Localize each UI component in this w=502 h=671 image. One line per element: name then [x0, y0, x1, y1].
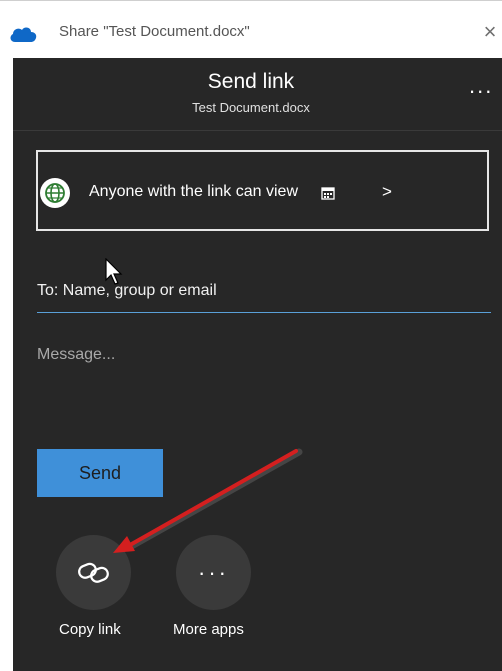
globe-icon — [40, 178, 70, 208]
chevron-right-icon: > — [382, 182, 392, 201]
copy-link-button[interactable] — [56, 535, 131, 610]
message-placeholder: Message... — [37, 346, 116, 363]
more-dots-icon: ··· — [198, 559, 229, 585]
recipient-placeholder: To: Name, group or email — [37, 282, 217, 299]
more-apps-label[interactable]: More apps — [173, 621, 244, 638]
page-title: Send link — [207, 70, 295, 93]
copy-link-label[interactable]: Copy link — [59, 621, 121, 638]
more-options-button[interactable]: ... — [469, 75, 493, 97]
message-input[interactable]: Message... — [37, 340, 491, 400]
link-permission-label: Anyone with the link can view — [89, 183, 298, 200]
send-button[interactable]: Send — [37, 449, 163, 497]
link-icon — [77, 562, 109, 583]
document-name: Test Document.docx — [192, 100, 310, 115]
more-apps-button[interactable]: ··· — [176, 535, 251, 610]
calendar-icon — [321, 187, 335, 200]
header-divider — [13, 130, 502, 131]
onedrive-cloud-icon — [10, 27, 37, 42]
title-bar: Share "Test Document.docx" × — [0, 0, 502, 59]
mouse-cursor-icon — [105, 258, 123, 285]
window-title: Share "Test Document.docx" — [59, 23, 250, 40]
link-settings-button[interactable]: Anyone with the link can view > — [36, 150, 489, 231]
share-panel: Send link Test Document.docx ... Anyone … — [13, 58, 502, 671]
close-icon[interactable]: × — [478, 21, 502, 45]
